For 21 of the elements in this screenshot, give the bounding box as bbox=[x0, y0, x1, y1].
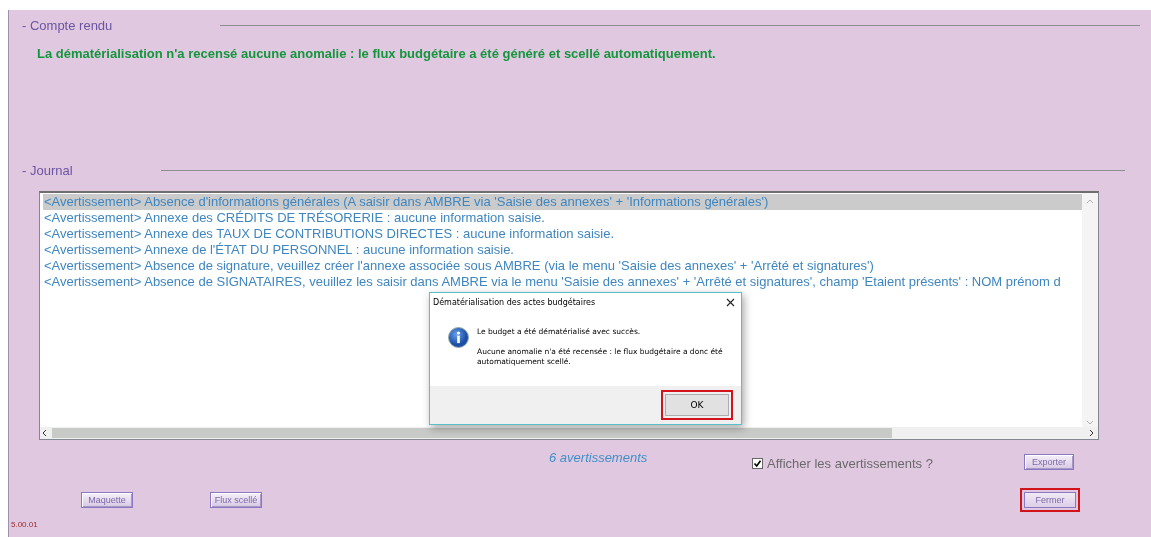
checkbox[interactable] bbox=[752, 457, 763, 469]
section-heading: - Compte rendu bbox=[22, 18, 113, 33]
info-icon bbox=[448, 327, 469, 348]
checkbox-label: Afficher les avertissements ? bbox=[767, 455, 933, 471]
export-button[interactable]: Exporter bbox=[1024, 453, 1074, 470]
version-label: 5.00.01 bbox=[11, 520, 39, 529]
section-heading: - Journal bbox=[22, 163, 73, 178]
log-entry[interactable]: <Avertissement> Absence d'informations générales (A saisir dans AMBRE via 'Saisie des annexes' + 'Informations générales') bbox=[43, 194, 1085, 210]
close-icon[interactable] bbox=[726, 297, 735, 307]
log-entry[interactable]: <Avertissement> Annexe des TAUX DE CONTRIBUTIONS DIRECTES : aucune information saisie. bbox=[43, 226, 1085, 242]
report-message: La dématérialisation n'a recensé aucune anomalie : le flux budgétaire a été généré et scellé automatiquement. bbox=[36, 45, 717, 61]
log-entry[interactable]: <Avertissement> Annexe des CRÉDITS DE TRÉSORERIE : aucune information saisie. bbox=[43, 210, 1085, 226]
mockup-button[interactable]: Maquette bbox=[81, 492, 133, 508]
log-entry[interactable]: <Avertissement> Annexe de l'ÉTAT DU PERSONNEL : aucune information saisie. bbox=[43, 242, 1085, 258]
warning-count: 6 avertissements bbox=[549, 449, 649, 465]
log-entry[interactable]: <Avertissement> Absence de signature, veuillez créer l'annexe associée sous AMBRE (via le menu 'Saisie des annexes' + 'Arrêté et signatures') bbox=[43, 258, 1085, 274]
log-entry[interactable]: <Avertissement> Absence de SIGNATAIRES, veuillez les saisir dans AMBRE via le menu 'Saisie des annexes' + 'Arrêté et signatures', champ 'Etaient présents' : NOM prénom d bbox=[43, 274, 1085, 290]
ok-button[interactable]: OK bbox=[661, 390, 733, 420]
dialog-title: Dématérialisation des actes budgétaires bbox=[433, 297, 596, 307]
close-button[interactable]: Fermer bbox=[1020, 488, 1080, 512]
sealed-flow-button[interactable]: Flux scellé bbox=[210, 492, 262, 508]
